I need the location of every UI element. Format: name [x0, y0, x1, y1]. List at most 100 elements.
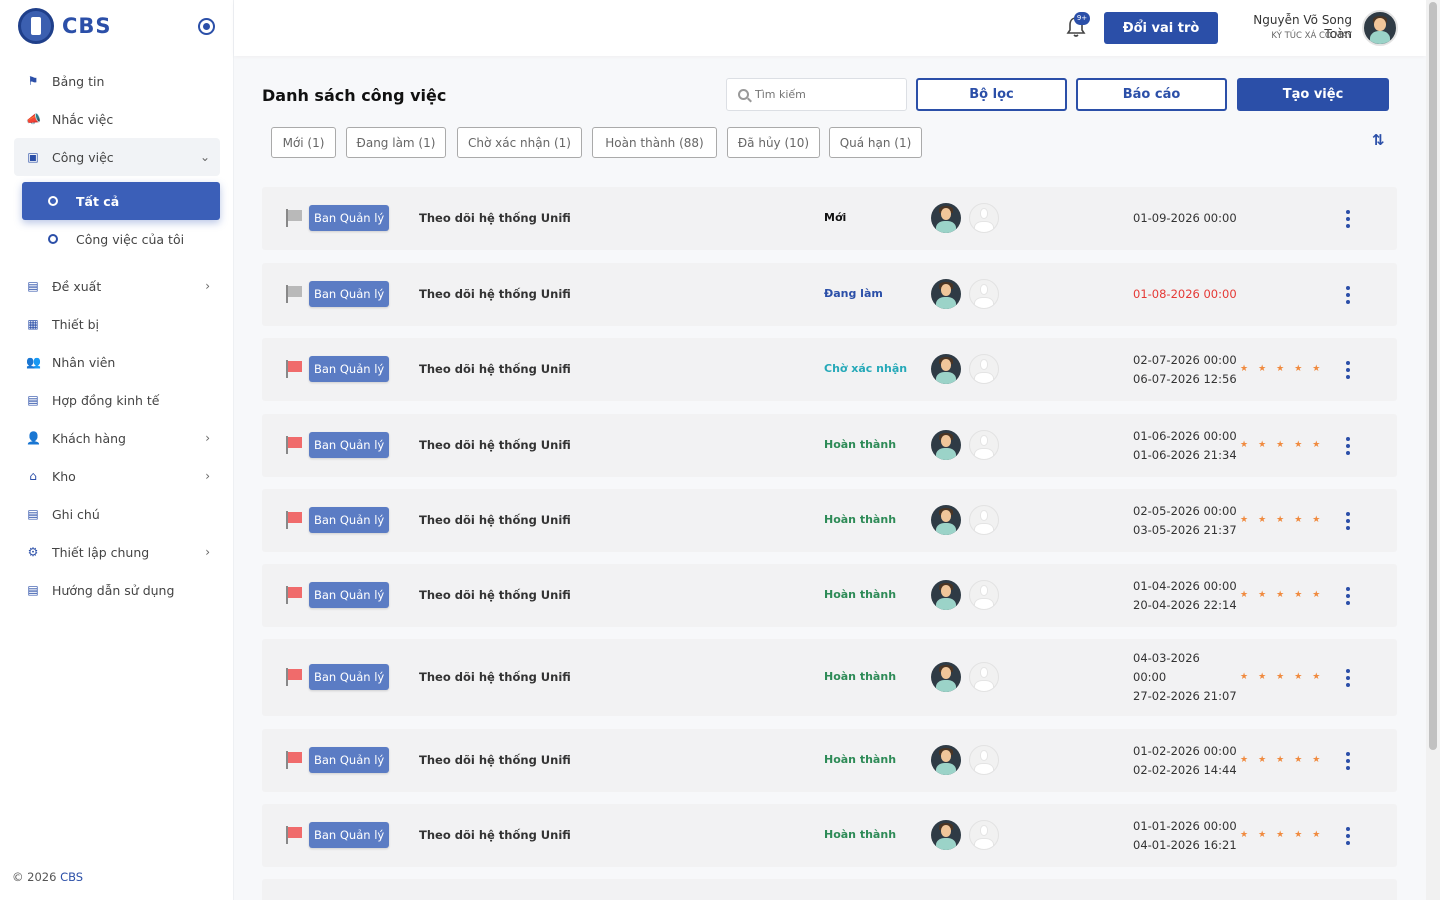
- user-avatar[interactable]: [1362, 10, 1398, 46]
- chevron-down-icon: ⌄: [199, 150, 210, 164]
- status-tab[interactable]: Đã hủy (10): [727, 127, 820, 158]
- task-title[interactable]: Theo dõi hệ thống Unifi: [419, 438, 571, 452]
- sidebar-item[interactable]: ▤ Hợp đồng kinh tế: [14, 381, 220, 419]
- report-button[interactable]: Báo cáo: [1076, 78, 1227, 111]
- more-options-icon[interactable]: [1345, 511, 1351, 532]
- assignee-avatar[interactable]: [931, 504, 961, 535]
- search-box[interactable]: [726, 78, 907, 111]
- task-row[interactable]: Ban Quản lý Theo dõi hệ thống Unifi Hoàn t…: [262, 564, 1397, 627]
- more-options-icon[interactable]: [1345, 436, 1351, 457]
- guide-icon: ▤: [27, 582, 39, 597]
- sidebar-subitem[interactable]: Công việc của tôi: [22, 220, 220, 258]
- task-title[interactable]: Theo dõi hệ thống Unifi: [419, 513, 571, 527]
- task-title[interactable]: Theo dõi hệ thống Unifi: [419, 753, 571, 767]
- more-options-icon[interactable]: [1345, 751, 1351, 772]
- sidebar-item[interactable]: ▤ Đề xuất ›: [14, 267, 220, 305]
- more-options-icon[interactable]: [1345, 668, 1351, 689]
- assignee-avatar[interactable]: [931, 278, 961, 309]
- assignee-avatar[interactable]: [931, 429, 961, 460]
- placeholder-avatar[interactable]: [969, 661, 999, 692]
- placeholder-avatar[interactable]: [969, 278, 999, 309]
- task-row[interactable]: Ban Quản lý Theo dõi hệ thống Unifi Mới 01-…: [262, 187, 1397, 250]
- placeholder-avatar[interactable]: [969, 202, 999, 233]
- users-icon: 👥: [26, 354, 41, 369]
- department-tag: Ban Quản lý: [309, 663, 390, 690]
- status-tab[interactable]: Chờ xác nhận (1): [457, 127, 582, 158]
- task-row[interactable]: Ban Quản lý Theo dõi hệ thống Unifi Hoàn t…: [262, 729, 1397, 792]
- task-row[interactable]: Ban Quản lý Theo dõi hệ thống Unifi Hoàn t…: [262, 489, 1397, 552]
- placeholder-avatar[interactable]: [969, 819, 999, 850]
- red-flag-icon[interactable]: [286, 667, 304, 686]
- filter-button[interactable]: Bộ lọc: [916, 78, 1067, 111]
- red-flag-icon[interactable]: [286, 750, 304, 769]
- sidebar-item[interactable]: ⚙ Thiết lập chung ›: [14, 533, 220, 571]
- more-options-icon[interactable]: [1345, 285, 1351, 306]
- task-row[interactable]: Ban Quản lý Theo dõi hệ thống Unifi Đang l…: [262, 263, 1397, 326]
- task-title[interactable]: Theo dõi hệ thống Unifi: [419, 588, 571, 602]
- megaphone-icon: 📣: [26, 111, 41, 126]
- search-input[interactable]: [755, 88, 895, 101]
- status-tab[interactable]: Đang làm (1): [346, 127, 446, 158]
- grey-flag-icon[interactable]: [286, 284, 304, 303]
- task-title[interactable]: Theo dõi hệ thống Unifi: [419, 362, 571, 376]
- sidebar-toggle-icon[interactable]: [198, 18, 215, 35]
- task-date: 01-02-2026 00:00: [1133, 743, 1237, 758]
- create-task-button[interactable]: Tạo việc: [1237, 78, 1389, 111]
- task-title[interactable]: Theo dõi hệ thống Unifi: [419, 670, 571, 684]
- task-dates: 04-03-2026 00:00 27-02-2026 21:07: [1133, 649, 1237, 706]
- assignee-avatar[interactable]: [931, 819, 961, 850]
- red-flag-icon[interactable]: [286, 585, 304, 604]
- sort-icon[interactable]: ⇅: [1372, 131, 1385, 149]
- brand-logo[interactable]: CBS: [18, 8, 112, 44]
- more-options-icon[interactable]: [1345, 209, 1351, 230]
- task-title[interactable]: Theo dõi hệ thống Unifi: [419, 211, 571, 225]
- task-row[interactable]: Ban Quản lý Theo dõi hệ thống Unifi Chờ xá…: [262, 338, 1397, 401]
- status-tab[interactable]: Hoàn thành (88): [592, 127, 717, 158]
- sidebar-item[interactable]: ▤ Ghi chú: [14, 495, 220, 533]
- scrollbar-thumb[interactable]: [1429, 2, 1437, 750]
- red-flag-icon[interactable]: [286, 825, 304, 844]
- red-flag-icon[interactable]: [286, 359, 304, 378]
- sidebar-item[interactable]: 👤 Khách hàng ›: [14, 419, 220, 457]
- task-row[interactable]: Ban Quản lý Theo dõi hệ thống Unifi Hoàn t…: [262, 414, 1397, 477]
- sidebar-item[interactable]: ▤ Hướng dẫn sử dụng: [14, 571, 220, 609]
- sidebar-item[interactable]: ▦ Thiết bị: [14, 305, 220, 343]
- sidebar-subitem[interactable]: Tất cả: [22, 182, 220, 220]
- sidebar-item[interactable]: ⌂ Kho ›: [14, 457, 220, 495]
- assignee-avatar[interactable]: [931, 202, 961, 233]
- placeholder-avatar[interactable]: [969, 579, 999, 610]
- red-flag-icon[interactable]: [286, 435, 304, 454]
- task-title[interactable]: Theo dõi hệ thống Unifi: [419, 287, 571, 301]
- more-options-icon[interactable]: [1345, 360, 1351, 381]
- task-row[interactable]: Ban Quản lý Theo dõi hệ thống Unifi Hoàn t…: [262, 639, 1397, 716]
- assignee-avatar[interactable]: [931, 579, 961, 610]
- task-row[interactable]: [262, 879, 1397, 900]
- task-status: Hoàn thành: [824, 752, 897, 766]
- task-date: 01-09-2026 00:00: [1133, 211, 1237, 225]
- devices-icon: ▦: [27, 316, 39, 331]
- placeholder-avatar[interactable]: [969, 353, 999, 384]
- placeholder-avatar[interactable]: [969, 429, 999, 460]
- more-options-icon[interactable]: [1345, 826, 1351, 847]
- grey-flag-icon[interactable]: [286, 208, 304, 227]
- sidebar-item[interactable]: ⚑ Bảng tin: [14, 62, 220, 100]
- assignee-avatar[interactable]: [931, 744, 961, 775]
- sidebar-item[interactable]: 📣 Nhắc việc: [14, 100, 220, 138]
- placeholder-avatar[interactable]: [969, 744, 999, 775]
- assignee-avatar[interactable]: [931, 353, 961, 384]
- sidebar-item[interactable]: ▣ Công việc ⌄: [14, 138, 220, 176]
- assignee-avatar[interactable]: [931, 661, 961, 692]
- placeholder-avatar[interactable]: [969, 504, 999, 535]
- status-tab[interactable]: Mới (1): [271, 127, 336, 158]
- sidebar-item[interactable]: 👥 Nhân viên: [14, 343, 220, 381]
- rating-stars: ★★★★★: [1240, 829, 1331, 840]
- task-title[interactable]: Theo dõi hệ thống Unifi: [419, 828, 571, 842]
- switch-role-button[interactable]: Đổi vai trò: [1104, 12, 1218, 44]
- copyright-brand[interactable]: CBS: [60, 870, 83, 884]
- department-tag: Ban Quản lý: [309, 821, 390, 848]
- task-row[interactable]: Ban Quản lý Theo dõi hệ thống Unifi Hoàn t…: [262, 804, 1397, 867]
- red-flag-icon[interactable]: [286, 510, 304, 529]
- status-tab[interactable]: Quá hạn (1): [829, 127, 922, 158]
- more-options-icon[interactable]: [1345, 586, 1351, 607]
- task-date: 20-04-2026 22:14: [1133, 597, 1237, 612]
